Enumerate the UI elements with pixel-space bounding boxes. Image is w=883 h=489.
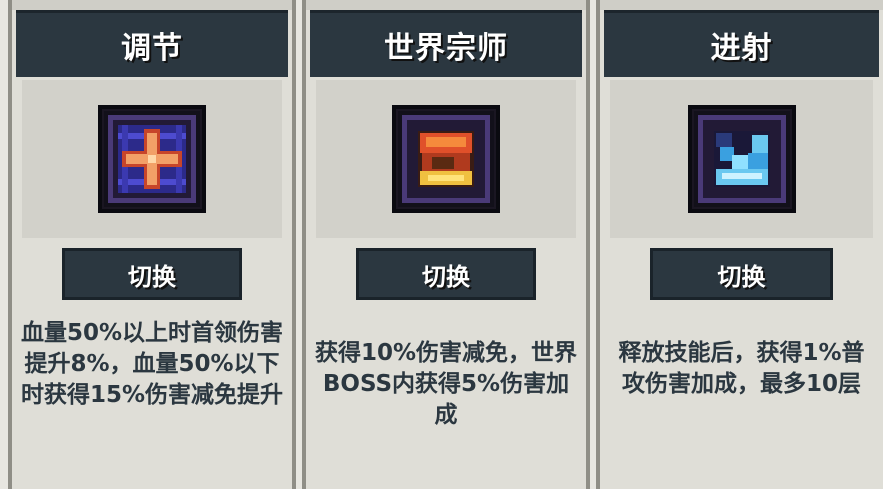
card-title: 调节 <box>121 31 183 66</box>
talent-description: 血量50%以上时首领伤害提升8%，血量50%以下时获得15%伤害减免提升 <box>20 320 284 408</box>
switch-button-label: 切换 <box>128 262 176 291</box>
switch-button-label: 切换 <box>422 262 470 291</box>
card-title: 进射 <box>710 31 773 66</box>
ice-burst-icon[interactable] <box>687 105 796 213</box>
switch-button[interactable]: 切换 <box>356 248 536 300</box>
talent-card-1: 调节 切换 血量50%以上时首领伤害提升8%，血量50%以下时获得15%伤害减免… <box>8 0 296 489</box>
switch-button[interactable]: 切换 <box>650 248 833 300</box>
talent-description: 获得10%伤害减免，世界BOSS内获得5%伤害加成 <box>314 340 578 428</box>
talent-card-2: 世界宗师 切换 获得10%伤害减免，世界BOSS内获得5%伤害加成 <box>302 0 590 489</box>
card-title: 世界宗师 <box>384 31 508 66</box>
talent-selection-panel: 调节 切换 血量50%以上时首领伤害提升8%，血量50%以下时获得15%伤害减免… <box>0 0 883 489</box>
icon-area <box>316 80 576 238</box>
icon-area <box>22 80 282 238</box>
card-header: 世界宗师 <box>310 10 582 77</box>
card-header: 进射 <box>604 10 879 77</box>
switch-button-label: 切换 <box>717 262 766 291</box>
icon-area <box>610 80 873 238</box>
fire-master-icon[interactable] <box>392 105 500 213</box>
switch-button[interactable]: 切换 <box>62 248 242 300</box>
card-header: 调节 <box>16 10 288 77</box>
talent-card-3: 进射 切换 释放技能后，获得1%普攻伤害加成，最多10层 <box>596 0 883 489</box>
cross-heal-icon[interactable] <box>98 105 206 213</box>
talent-description: 释放技能后，获得1%普攻伤害加成，最多10层 <box>618 340 865 397</box>
